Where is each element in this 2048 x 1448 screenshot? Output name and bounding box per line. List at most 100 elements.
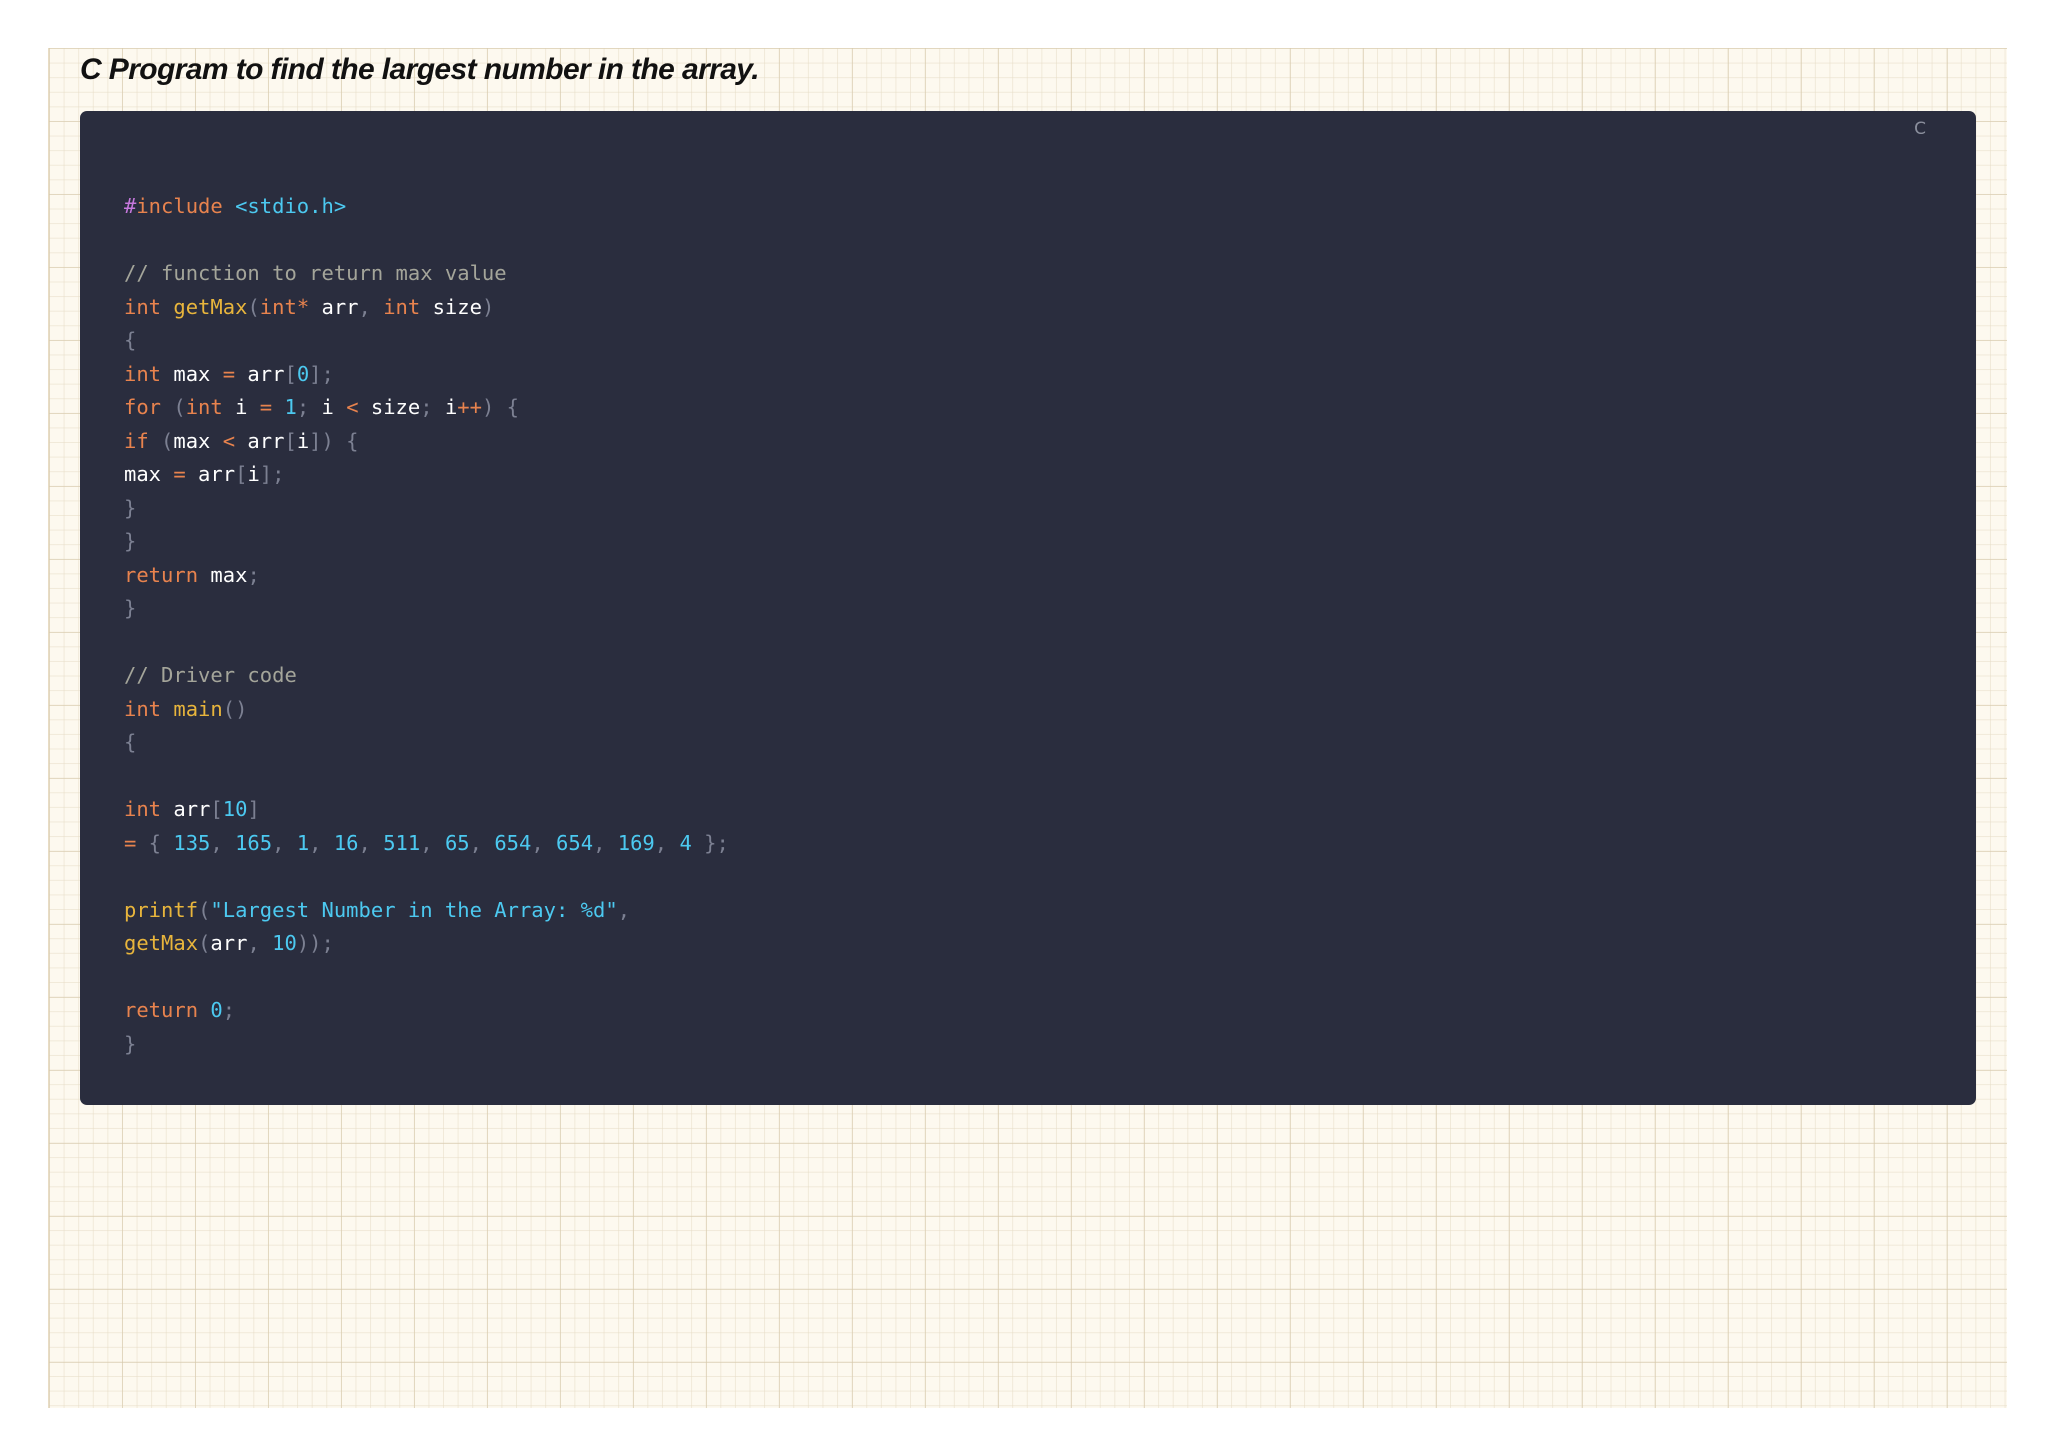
comment-token: // Driver code — [124, 663, 297, 687]
identifier-token: size — [432, 294, 482, 319]
keyword-token: int — [124, 294, 174, 319]
keyword-token: include — [136, 194, 236, 218]
function-name-token: printf — [124, 897, 199, 922]
keyword-token: int — [124, 797, 174, 821]
number-token: 1 — [296, 830, 310, 855]
punctuation-token: , — [531, 830, 557, 855]
identifier-token: arr — [235, 361, 285, 386]
code-line: return max; — [124, 559, 729, 593]
identifier-token: i — [296, 428, 310, 453]
number-token: 10 — [222, 797, 248, 821]
punctuation-token: ]; — [259, 462, 285, 486]
punctuation-token: ) — [481, 294, 495, 319]
code-line: int arr[10] — [124, 793, 729, 827]
identifier-token: i — [247, 462, 260, 486]
code-line: printf("Largest Number in the Array: %d"… — [124, 894, 729, 928]
number-token: 1 — [284, 395, 297, 419]
punctuation-token: , — [469, 830, 495, 855]
code-line: int getMax(int* arr, int size) — [124, 291, 729, 325]
identifier-token: arr — [210, 931, 248, 955]
code-line: = { 135, 165, 1, 16, 511, 65, 654, 654, … — [124, 827, 729, 861]
punctuation-token: ] — [247, 797, 260, 821]
keyword-token: for — [124, 395, 174, 419]
punctuation-token: { — [124, 328, 137, 352]
punctuation-token: , — [654, 830, 680, 855]
page: C Program to find the largest number in … — [0, 0, 2048, 1448]
punctuation-token: ; — [247, 562, 260, 587]
string-token: <stdio.h> — [235, 194, 347, 218]
identifier-token: i — [444, 395, 458, 419]
operator-token: = — [173, 462, 186, 486]
punctuation-token: [ — [284, 428, 297, 453]
punctuation-token: ; — [222, 998, 236, 1022]
code-block[interactable]: C #include <stdio.h> // function to retur… — [80, 111, 1976, 1105]
punctuation-token: } — [124, 529, 137, 553]
punctuation-token: , — [358, 830, 384, 855]
code-line: int max = arr[0]; — [124, 358, 729, 392]
punctuation-token: ]) { — [309, 428, 359, 453]
punctuation-token: } — [124, 596, 137, 620]
keyword-token: return — [124, 998, 211, 1022]
punctuation-token: , — [420, 830, 445, 855]
number-token: 0 — [210, 998, 223, 1022]
punctuation-token: [ — [284, 361, 297, 386]
preprocessor-hash: # — [124, 194, 137, 218]
code-line: #include <stdio.h> — [124, 190, 729, 224]
operator-token: * — [296, 294, 310, 319]
function-name-token: getMax — [173, 294, 248, 319]
code-line: } — [124, 1028, 729, 1062]
keyword-token: return — [124, 562, 211, 587]
punctuation-token: } — [124, 1031, 137, 1056]
code-line: int main() — [124, 693, 729, 727]
punctuation-token: () — [222, 696, 248, 721]
function-name-token: getMax — [124, 931, 199, 955]
punctuation-token: ; — [296, 395, 322, 419]
code-line: { — [124, 726, 729, 760]
punctuation-token: , — [272, 830, 297, 855]
code-line: for (int i = 1; i < size; i++) { — [124, 391, 729, 425]
punctuation-token: } — [124, 495, 137, 520]
code-line: // Driver code — [124, 659, 729, 693]
keyword-token: int — [185, 395, 236, 419]
code-content[interactable]: #include <stdio.h> // function to return … — [124, 190, 729, 1061]
comment-token: // function to return max value — [124, 261, 507, 285]
punctuation-token: ) { — [481, 395, 519, 419]
code-line: { — [124, 324, 729, 358]
language-label: C — [1914, 119, 1926, 139]
identifier-token: arr — [185, 462, 236, 486]
number-token: 169 — [617, 830, 655, 855]
keyword-token: int — [124, 696, 174, 721]
punctuation-token: ( — [247, 294, 260, 319]
page-title: C Program to find the largest number in … — [80, 53, 760, 86]
number-token: 0 — [296, 361, 310, 386]
punctuation-token: [ — [210, 797, 223, 821]
punctuation-token: ( — [198, 931, 211, 955]
punctuation-token: }; — [691, 830, 729, 855]
code-line: } — [124, 525, 729, 559]
punctuation-token: , — [358, 294, 384, 319]
identifier-token: max — [124, 462, 174, 486]
code-line: } — [124, 492, 729, 526]
number-token: 165 — [235, 830, 273, 855]
punctuation-token: , — [593, 830, 618, 855]
number-token: 135 — [173, 830, 211, 855]
number-token: 10 — [272, 931, 297, 955]
operator-token: < — [346, 395, 359, 419]
punctuation-token: ( — [173, 395, 186, 419]
punctuation-token: ; — [420, 395, 445, 419]
keyword-token: int — [383, 294, 433, 319]
identifier-token: max — [210, 562, 248, 587]
operator-token: < — [222, 428, 236, 453]
keyword-token: int — [124, 361, 174, 386]
keyword-token: int — [259, 294, 297, 319]
punctuation-token: { — [124, 730, 137, 754]
punctuation-token: , — [309, 830, 334, 855]
number-token: 16 — [333, 830, 359, 855]
keyword-token: if — [124, 428, 162, 453]
identifier-token: arr — [173, 797, 211, 821]
number-token: 511 — [383, 830, 421, 855]
